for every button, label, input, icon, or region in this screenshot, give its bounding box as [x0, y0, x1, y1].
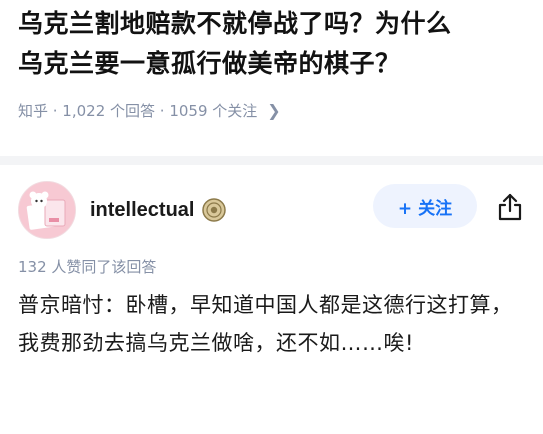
badge-icon	[202, 198, 227, 222]
share-icon[interactable]	[496, 192, 524, 222]
question-header: 乌克兰割地赔款不就停战了吗？为什么 乌克兰要一意孤行做美帝的棋子？ 知乎 · 1…	[18, 4, 528, 121]
author-row: intellectual + 关注	[18, 178, 528, 242]
answer-content[interactable]: 普京暗忖：卧槽，早知道中国人都是这德行这打算，我费那劲去搞乌克兰做啥，还不如………	[18, 286, 528, 362]
author-name[interactable]: intellectual	[90, 199, 194, 222]
question-title-line-1[interactable]: 乌克兰割地赔款不就停战了吗？为什么	[18, 4, 528, 44]
section-divider	[0, 156, 543, 165]
question-meta-text: 知乎 · 1,022 个回答 · 1059 个关注	[18, 102, 258, 120]
question-meta[interactable]: 知乎 · 1,022 个回答 · 1059 个关注 ❯	[18, 100, 528, 121]
avatar-image	[19, 182, 75, 238]
avatar[interactable]	[18, 181, 76, 239]
agree-count: 132 人赞同了该回答	[18, 258, 157, 276]
follow-button[interactable]: + 关注	[373, 184, 477, 228]
chevron-right-icon: ❯	[267, 101, 281, 120]
question-title[interactable]: 乌克兰割地赔款不就停战了吗？为什么 乌克兰要一意孤行做美帝的棋子？	[18, 4, 528, 84]
question-title-line-2[interactable]: 乌克兰要一意孤行做美帝的棋子？	[18, 44, 528, 84]
